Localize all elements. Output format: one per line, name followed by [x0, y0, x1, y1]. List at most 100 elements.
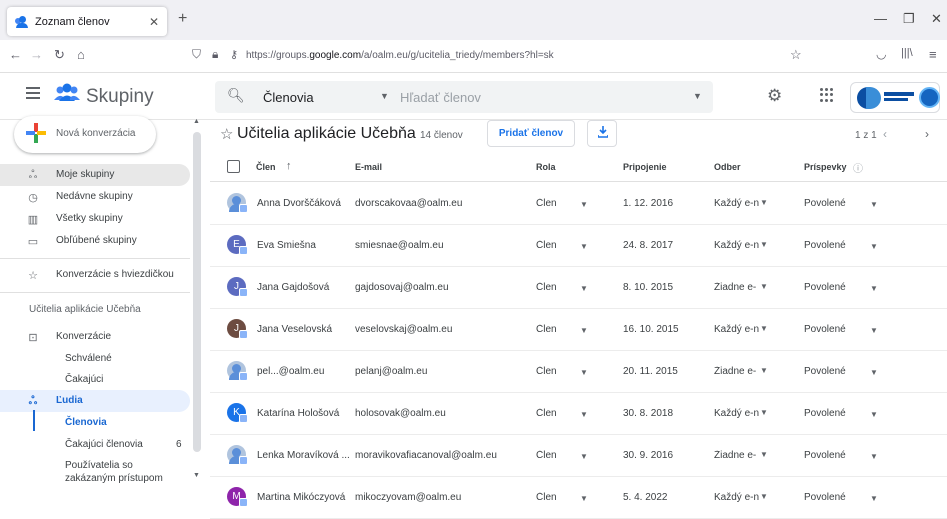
member-posting[interactable]: Povolené	[804, 366, 846, 377]
member-posting[interactable]: Povolené	[804, 240, 846, 251]
member-role[interactable]: Člen	[536, 282, 557, 293]
member-posting[interactable]: Povolené	[804, 324, 846, 335]
table-row[interactable]: Anna Dvorščáková dvorscakovaa@oalm.eu Čl…	[210, 183, 947, 225]
table-row[interactable]: pel...@oalm.eu pelanj@oalm.eu Člen ▼ 20.…	[210, 351, 947, 393]
subscription-dropdown-icon[interactable]: ▼	[760, 240, 768, 249]
info-icon[interactable]: ⓘ	[853, 160, 863, 175]
sidebar-item-starred[interactable]: ☆ Konverzácie s hviezdičkou	[0, 264, 190, 286]
account-avatar[interactable]	[919, 87, 940, 108]
posting-dropdown-icon[interactable]: ▼	[870, 368, 878, 377]
posting-dropdown-icon[interactable]: ▼	[870, 326, 878, 335]
posting-dropdown-icon[interactable]: ▼	[870, 242, 878, 251]
sidebar-item-recent-groups[interactable]: ◷ Nedávne skupiny	[0, 186, 190, 208]
sidebar-subitem-banned[interactable]: Používatelia so	[65, 460, 133, 471]
home-icon[interactable]: ⌂	[77, 47, 85, 62]
role-dropdown-icon[interactable]: ▼	[580, 284, 588, 293]
next-page-icon[interactable]: ›	[925, 127, 929, 141]
member-posting[interactable]: Povolené	[804, 492, 846, 503]
sidebar-subitem-pending[interactable]: Čakajúci	[65, 374, 103, 385]
role-dropdown-icon[interactable]: ▼	[580, 326, 588, 335]
sidebar-subitem-approved[interactable]: Schválené	[65, 353, 112, 364]
close-window-icon[interactable]: ✕	[931, 11, 942, 27]
member-role[interactable]: Člen	[536, 324, 557, 335]
sidebar-item-conversations[interactable]: ⊡ Konverzácie	[0, 326, 190, 348]
role-dropdown-icon[interactable]: ▼	[580, 410, 588, 419]
sidebar-item-all-groups[interactable]: ▥ Všetky skupiny	[0, 208, 190, 230]
table-row[interactable]: M Martina Mikóczyová mikoczyovam@oalm.eu…	[210, 477, 947, 519]
column-header-member[interactable]: Člen	[256, 162, 276, 172]
member-subscription[interactable]: Každý e-n	[714, 492, 759, 503]
table-row[interactable]: J Jana Gajdošová gajdosovaj@oalm.eu Člen…	[210, 267, 947, 309]
scrollbar-thumb[interactable]	[193, 132, 201, 452]
member-subscription[interactable]: Žiadne e-	[714, 366, 759, 377]
member-posting[interactable]: Povolené	[804, 450, 846, 461]
member-subscription[interactable]: Žiadne e-	[714, 282, 759, 293]
sidebar-subitem-members[interactable]: Členovia	[65, 417, 107, 428]
subscription-dropdown-icon[interactable]: ▼	[760, 450, 768, 459]
add-members-button[interactable]: Pridať členov	[487, 120, 575, 147]
member-posting[interactable]: Povolené	[804, 282, 846, 293]
pocket-icon[interactable]: ◡	[876, 47, 886, 61]
member-role[interactable]: Člen	[536, 408, 557, 419]
role-dropdown-icon[interactable]: ▼	[580, 452, 588, 461]
search-scope-select[interactable]: Členovia	[263, 90, 314, 105]
member-subscription[interactable]: Každý e-n	[714, 324, 759, 335]
back-icon[interactable]: ←	[9, 47, 22, 62]
table-row[interactable]: E Eva Smiešna smiesnae@oalm.eu Člen ▼ 24…	[210, 225, 947, 267]
member-role[interactable]: Člen	[536, 492, 557, 503]
new-conversation-button[interactable]: Nová konverzácia	[14, 116, 156, 153]
menu-icon[interactable]: ≡	[929, 47, 937, 62]
sidebar-subitem-pending-members[interactable]: Čakajúci členovia	[65, 439, 143, 450]
scroll-down-icon[interactable]: ▼	[193, 472, 200, 479]
member-subscription[interactable]: Každý e-n	[714, 240, 759, 251]
sidebar-item-people[interactable]: ஃ Ľudia	[0, 390, 190, 412]
lock-icon[interactable]: 🔒︎	[212, 47, 218, 62]
scroll-up-icon[interactable]: ▲	[193, 118, 200, 125]
role-dropdown-icon[interactable]: ▼	[580, 368, 588, 377]
minimize-icon[interactable]: —	[874, 11, 887, 26]
member-subscription[interactable]: Každý e-n	[714, 198, 759, 209]
subscription-dropdown-icon[interactable]: ▼	[760, 492, 768, 501]
subscription-dropdown-icon[interactable]: ▼	[760, 366, 768, 375]
member-subscription[interactable]: Každý e-n	[714, 408, 759, 419]
sort-arrow-icon[interactable]: ↑	[286, 160, 292, 172]
sidebar-item-favorite-groups[interactable]: ▭ Obľúbené skupiny	[0, 230, 190, 252]
member-posting[interactable]: Povolené	[804, 408, 846, 419]
table-row[interactable]: K Katarína Hološová holosovak@oalm.eu Čl…	[210, 393, 947, 435]
posting-dropdown-icon[interactable]: ▼	[870, 284, 878, 293]
url-bar[interactable]: https://groups.google.com/a/oalm.eu/g/uc…	[246, 50, 554, 61]
subscription-dropdown-icon[interactable]: ▼	[760, 324, 768, 333]
browser-tab[interactable]: Zoznam členov ✕	[7, 7, 167, 36]
member-role[interactable]: Člen	[536, 198, 557, 209]
select-all-checkbox[interactable]	[227, 160, 240, 173]
table-row[interactable]: J Jana Veselovská veselovskaj@oalm.eu Čl…	[210, 309, 947, 351]
restore-icon[interactable]: ❐	[903, 11, 915, 27]
account-switcher[interactable]	[850, 82, 940, 113]
apps-grid-icon[interactable]	[820, 88, 834, 102]
export-button[interactable]	[587, 120, 617, 147]
reload-icon[interactable]: ↻	[54, 47, 65, 63]
sidebar-scrollbar[interactable]: ▲ ▼	[192, 118, 202, 498]
bookmark-star-icon[interactable]: ☆	[790, 47, 802, 63]
chevron-down-icon[interactable]: ▼	[380, 91, 389, 101]
close-tab-icon[interactable]: ✕	[149, 15, 159, 29]
search-bar[interactable]: 🔍︎ Členovia ▼ Hľadať členov ▼	[215, 81, 713, 113]
library-icon[interactable]: |||\	[901, 47, 913, 59]
permissions-icon[interactable]: ⚷	[230, 48, 238, 61]
member-role[interactable]: Člen	[536, 240, 557, 251]
member-posting[interactable]: Povolené	[804, 198, 846, 209]
member-role[interactable]: Člen	[536, 366, 557, 377]
search-options-icon[interactable]: ▼	[693, 91, 702, 101]
subscription-dropdown-icon[interactable]: ▼	[760, 198, 768, 207]
member-subscription[interactable]: Žiadne e-	[714, 450, 759, 461]
sidebar-item-my-groups[interactable]: ஃ Moje skupiny	[0, 164, 190, 186]
posting-dropdown-icon[interactable]: ▼	[870, 452, 878, 461]
subscription-dropdown-icon[interactable]: ▼	[760, 282, 768, 291]
new-tab-icon[interactable]: +	[178, 10, 187, 28]
table-row[interactable]: Lenka Moravíková ... moravikovafiacanova…	[210, 435, 947, 477]
shield-icon[interactable]: ⛉	[192, 47, 201, 62]
role-dropdown-icon[interactable]: ▼	[580, 494, 588, 503]
settings-gear-icon[interactable]: ⚙	[767, 86, 782, 106]
search-input[interactable]: Hľadať členov	[400, 90, 481, 105]
posting-dropdown-icon[interactable]: ▼	[870, 410, 878, 419]
